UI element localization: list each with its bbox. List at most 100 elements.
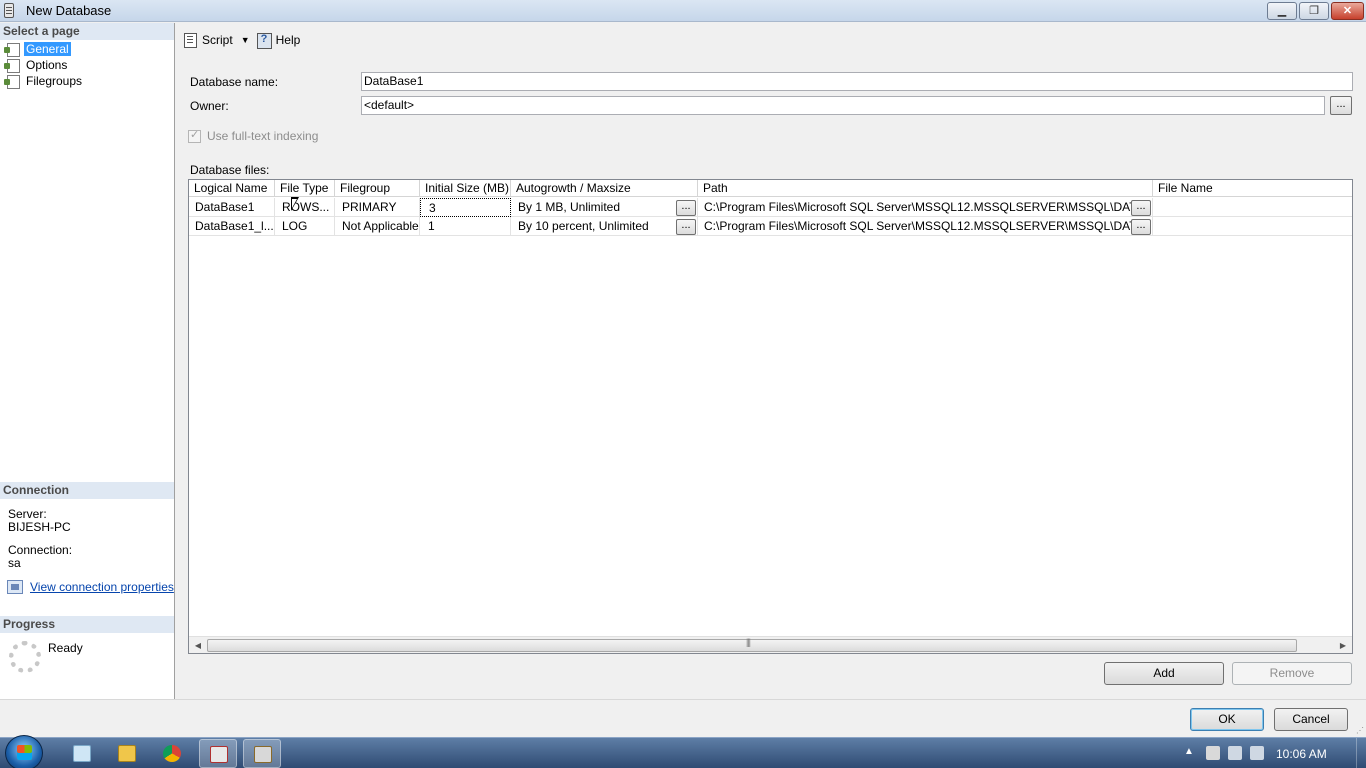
cell-autogrowth[interactable]: By 1 MB, Unlimited [511,198,698,217]
owner-label: Owner: [190,99,229,113]
autogrowth-browse-button[interactable]: ... [676,200,696,216]
close-button[interactable]: ✕ [1331,2,1364,20]
column-header-logical-name[interactable]: Logical Name [189,180,275,197]
close-icon: ✕ [1342,5,1353,17]
taskbar-chrome[interactable] [153,739,191,768]
minimize-button[interactable]: ▁ [1267,2,1297,20]
owner-input[interactable]: <default> [361,96,1325,115]
taskbar-notepad[interactable] [63,739,101,768]
scroll-right-icon[interactable]: ▶ [1336,639,1350,652]
sql-server-tools-icon [254,746,272,763]
dropdown-arrow-icon[interactable]: ▼ [241,35,250,45]
column-header-filegroup[interactable]: Filegroup [335,180,420,197]
horizontal-scrollbar[interactable]: ◀ ▶ [189,636,1352,653]
column-header-autogrowth[interactable]: Autogrowth / Maxsize [511,180,698,197]
network-icon[interactable] [1228,746,1242,760]
database-name-input[interactable]: DataBase1 [361,72,1353,91]
cell-file-type[interactable]: LOG [275,217,335,236]
left-panel: Select a page General Options Filegroups… [0,23,175,699]
volume-muted-icon[interactable] [1250,746,1264,760]
page-wrench-icon [4,42,20,57]
action-center-flag-icon[interactable] [1206,746,1220,760]
connection-label: Connection: [8,543,73,557]
column-header-file-type[interactable]: File Type [275,180,335,197]
owner-browse-button[interactable]: ... [1330,96,1352,115]
view-connection-properties[interactable]: View connection properties [7,580,174,594]
progress-status: Ready [48,641,83,655]
window-title: New Database [26,3,112,18]
page-wrench-icon [4,74,20,89]
cell-logical-name[interactable]: DataBase1_l... [189,217,275,236]
help-label: Help [275,33,301,47]
database-files-label: Database files: [190,163,270,177]
clock[interactable]: 10:06 AM [1276,747,1327,761]
database-icon [4,3,14,18]
paint-icon [210,746,228,763]
help-button[interactable]: Help [256,32,301,49]
progress-header: Progress [0,616,174,633]
cell-file-name[interactable] [1153,217,1352,236]
view-connection-properties-link[interactable]: View connection properties [30,580,174,594]
taskbar-paint[interactable] [199,739,237,768]
table-row[interactable]: DataBase1_l... LOG Not Applicable 1 By 1… [189,217,1352,236]
connection-value: sa [8,556,21,570]
help-icon [256,32,272,49]
grid-header: Logical Name File Type Filegroup Initial… [189,180,1352,197]
connection-properties-icon [7,580,23,594]
cell-autogrowth[interactable]: By 10 percent, Unlimited [511,217,698,236]
general-page: Script ▼ Help Database name: DataBase1 O… [176,23,1366,699]
progress-section: Progress Ready [0,616,174,693]
taskbar-ssms[interactable] [243,739,281,768]
page-item-label: Filegroups [26,74,83,88]
column-header-path[interactable]: Path [698,180,1153,197]
remove-button[interactable]: Remove [1232,662,1352,685]
column-header-initial-size[interactable]: Initial Size (MB) [420,180,511,197]
restore-icon: ❐ [1309,5,1319,17]
start-button-icon[interactable] [5,735,43,768]
restore-button[interactable]: ❐ [1299,2,1329,20]
taskbar: ▲ 10:06 AM [0,735,1366,768]
select-page-header: Select a page [0,23,174,40]
database-name-label: Database name: [190,75,279,89]
folder-icon [118,745,136,762]
resize-grip-icon[interactable]: ⋰ [1356,726,1364,735]
script-icon [182,32,198,48]
page-item-options[interactable]: Options [0,57,174,73]
page-item-filegroups[interactable]: Filegroups [0,73,174,89]
scroll-left-icon[interactable]: ◀ [191,639,205,652]
ok-button[interactable]: OK [1190,708,1264,731]
cell-initial-size[interactable]: 3 [420,198,511,217]
connection-section: Connection Server: BIJESH-PC Connection:… [0,482,174,594]
progress-spinner-icon [9,641,41,673]
path-browse-button[interactable]: ... [1131,200,1151,216]
page-item-general[interactable]: General [0,41,174,57]
page-item-label: Options [26,58,68,72]
show-hidden-icons-icon[interactable]: ▲ [1184,746,1194,757]
cell-file-name[interactable] [1153,198,1352,217]
show-desktop-button[interactable] [1356,738,1366,768]
script-label: Script [202,33,233,47]
table-row[interactable]: DataBase1 ROWS... PRIMARY 3 By 1 MB, Unl… [189,198,1352,217]
minimize-icon: ▁ [1277,5,1287,17]
add-button[interactable]: Add [1104,662,1224,685]
cancel-button[interactable]: Cancel [1274,708,1348,731]
script-button[interactable]: Script ▼ [182,32,250,48]
cell-filegroup[interactable]: Not Applicable [335,217,420,236]
path-browse-button[interactable]: ... [1131,219,1151,235]
autogrowth-browse-button[interactable]: ... [676,219,696,235]
toolbar: Script ▼ Help [176,23,1366,57]
database-files-grid: Logical Name File Type Filegroup Initial… [188,179,1353,654]
cell-logical-name[interactable]: DataBase1 [189,198,275,217]
cell-file-type[interactable]: ROWS... [275,198,335,217]
cell-path[interactable]: C:\Program Files\Microsoft SQL Server\MS… [698,198,1153,217]
title-bar: New Database ▁ ❐ ✕ [0,0,1366,22]
scrollbar-thumb[interactable] [207,637,1297,652]
server-value: BIJESH-PC [8,520,71,534]
column-header-file-name[interactable]: File Name [1153,180,1352,197]
cell-initial-size[interactable]: 1 [420,217,511,236]
cell-path[interactable]: C:\Program Files\Microsoft SQL Server\MS… [698,217,1153,236]
taskbar-explorer[interactable] [108,739,146,768]
fulltext-indexing-checkbox [188,128,201,143]
notepad-icon [73,745,91,762]
cell-filegroup[interactable]: PRIMARY [335,198,420,217]
